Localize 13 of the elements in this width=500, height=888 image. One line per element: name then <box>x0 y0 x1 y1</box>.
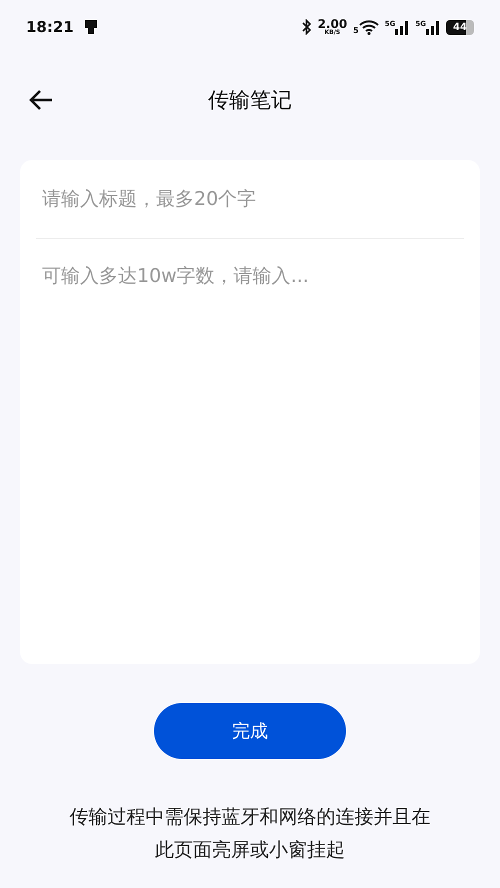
wifi-icon <box>358 20 379 34</box>
wifi-band-label: 5 <box>353 26 359 34</box>
bluetooth-icon <box>302 19 312 35</box>
content-field[interactable]: 可输入多达10w字数，请输入... <box>36 239 464 664</box>
title-field[interactable]: 请输入标题，最多20个字 <box>36 160 464 239</box>
page-title: 传输笔记 <box>208 87 292 114</box>
signal-icon <box>426 20 440 34</box>
signal-icon <box>395 20 410 34</box>
done-button[interactable]: 完成 <box>154 703 346 759</box>
notice-text: 传输过程中需保持蓝牙和网络的连接并且在此页面亮屏或小窗挂起 <box>68 805 432 863</box>
status-time: 18:21 <box>26 18 74 36</box>
note-editor[interactable]: 请输入标题，最多20个字 可输入多达10w字数，请输入... <box>20 160 480 664</box>
network-speed: 2.00 <box>318 18 348 30</box>
